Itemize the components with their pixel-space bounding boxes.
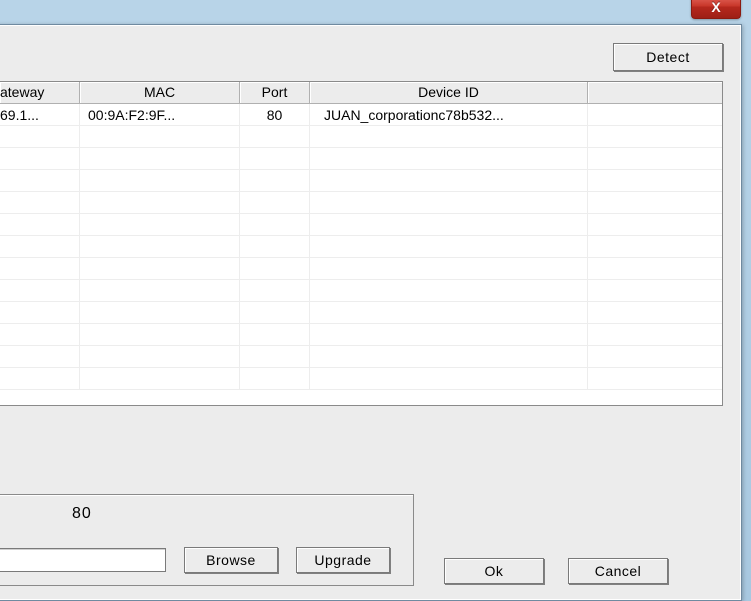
cell-port: 80 [240, 104, 310, 125]
table-header-row: ateway MAC Port Device ID [0, 82, 722, 104]
detect-button[interactable]: Detect [613, 43, 723, 71]
table-row [0, 346, 722, 368]
table-row [0, 324, 722, 346]
upgrade-group: 80 Browse Upgrade [0, 494, 414, 586]
cell-device-id: JUAN_corporationc78b532... [310, 104, 588, 125]
table-row [0, 170, 722, 192]
firmware-path-input[interactable] [0, 548, 166, 572]
upgrade-button[interactable]: Upgrade [296, 547, 390, 573]
col-mac[interactable]: MAC [80, 82, 240, 103]
device-table: ateway MAC Port Device ID 69.1... 00:9A:… [0, 81, 723, 406]
cell-mac: 00:9A:F2:9F... [80, 104, 240, 125]
table-row[interactable]: 69.1... 00:9A:F2:9F... 80 JUAN_corporati… [0, 104, 722, 126]
close-button[interactable]: X [691, 0, 741, 19]
table-row [0, 148, 722, 170]
col-port[interactable]: Port [240, 82, 310, 103]
col-gateway[interactable]: ateway [0, 82, 80, 103]
table-row [0, 258, 722, 280]
col-device-id[interactable]: Device ID [310, 82, 588, 103]
table-row [0, 368, 722, 390]
cell-spacer [588, 104, 722, 125]
table-row [0, 236, 722, 258]
col-spacer [588, 82, 722, 103]
browse-button[interactable]: Browse [184, 547, 278, 573]
table-row [0, 214, 722, 236]
dialog-frame: Detect ateway MAC Port Device ID 69.1...… [0, 24, 742, 601]
table-row [0, 192, 722, 214]
table-body: 69.1... 00:9A:F2:9F... 80 JUAN_corporati… [0, 104, 722, 390]
table-row [0, 302, 722, 324]
close-icon: X [711, 0, 720, 14]
table-row [0, 280, 722, 302]
ok-button[interactable]: Ok [444, 558, 544, 584]
cancel-button[interactable]: Cancel [568, 558, 668, 584]
cell-gateway: 69.1... [0, 104, 80, 125]
port-value: 80 [72, 505, 397, 523]
table-row [0, 126, 722, 148]
